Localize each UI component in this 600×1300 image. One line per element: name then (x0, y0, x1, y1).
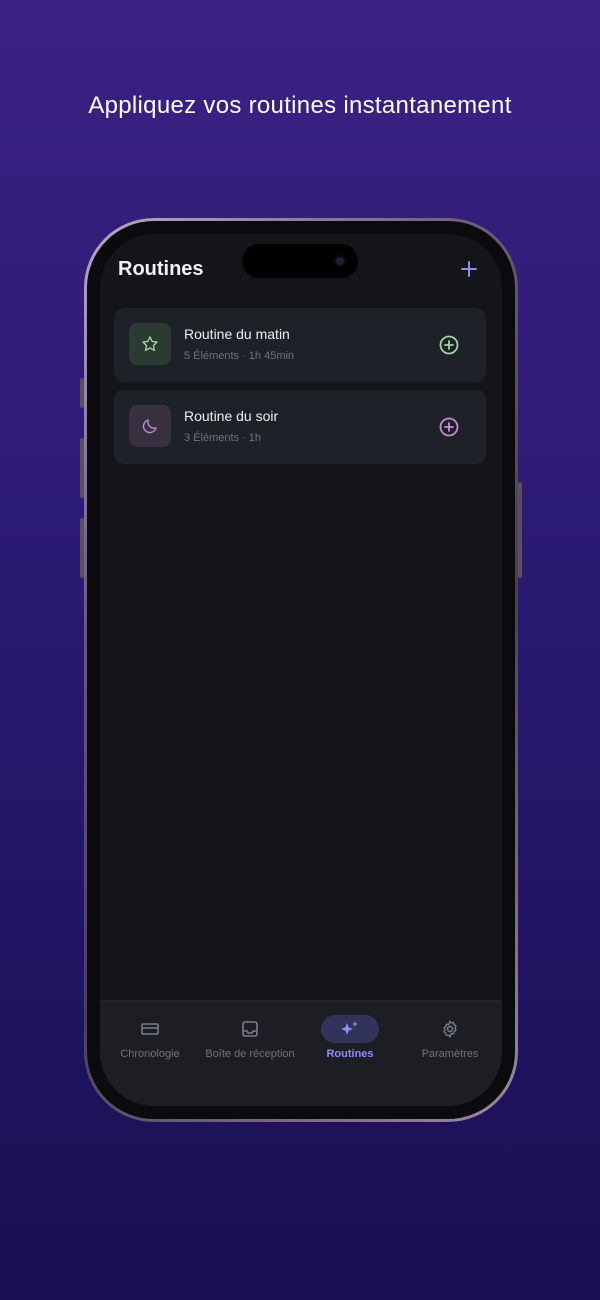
power-button (518, 482, 522, 578)
mute-switch (80, 378, 84, 408)
apply-routine-button[interactable] (438, 334, 460, 356)
moon-icon (142, 419, 157, 434)
tab-routines[interactable]: Routines (300, 1015, 400, 1060)
routine-meta: 3 Éléments · 1h (184, 432, 262, 444)
plus-circle-icon (439, 417, 459, 437)
routine-card-morning[interactable]: Routine du matin 5 Éléments · 1h 45min (114, 308, 486, 382)
plus-circle-icon (439, 335, 459, 355)
add-routine-button[interactable] (458, 258, 480, 280)
phone-frame: Routines Routine du matin 5 Éléments · 1… (80, 218, 522, 1122)
routine-card-evening[interactable]: Routine du soir 3 Éléments · 1h (114, 390, 486, 464)
tab-chronologie[interactable]: Chronologie (100, 1015, 200, 1060)
routine-title: Routine du soir (184, 408, 279, 424)
timeline-icon (141, 1023, 159, 1035)
volume-up-button (80, 438, 84, 498)
tab-bar: Chronologie Boîte de réception Routines … (100, 1000, 502, 1106)
volume-down-button (80, 518, 84, 578)
dynamic-island (242, 244, 358, 278)
star-icon (142, 336, 158, 352)
headline: Appliquez vos routines instantanement (88, 92, 512, 119)
sparkles-icon (341, 1021, 358, 1035)
page-title: Routines (118, 258, 204, 280)
tab-parametres[interactable]: Paramètres (400, 1015, 500, 1060)
tab-label: Routines (326, 1048, 374, 1060)
inbox-icon (242, 1021, 258, 1037)
routine-meta: 5 Éléments · 1h 45min (184, 350, 295, 362)
routine-icon-tile (129, 323, 171, 365)
camera-icon (334, 255, 346, 267)
tab-label: Chronologie (120, 1048, 180, 1060)
apply-routine-button[interactable] (438, 416, 460, 438)
tab-label: Paramètres (421, 1048, 479, 1060)
tab-label: Boîte de réception (205, 1048, 295, 1060)
app-screen: Routines Routine du matin 5 Éléments · 1… (100, 234, 502, 1106)
plus-icon (461, 261, 477, 277)
tab-inbox[interactable]: Boîte de réception (200, 1015, 300, 1060)
routine-title: Routine du matin (184, 326, 290, 342)
routine-icon-tile (129, 405, 171, 447)
gear-icon (443, 1020, 457, 1038)
